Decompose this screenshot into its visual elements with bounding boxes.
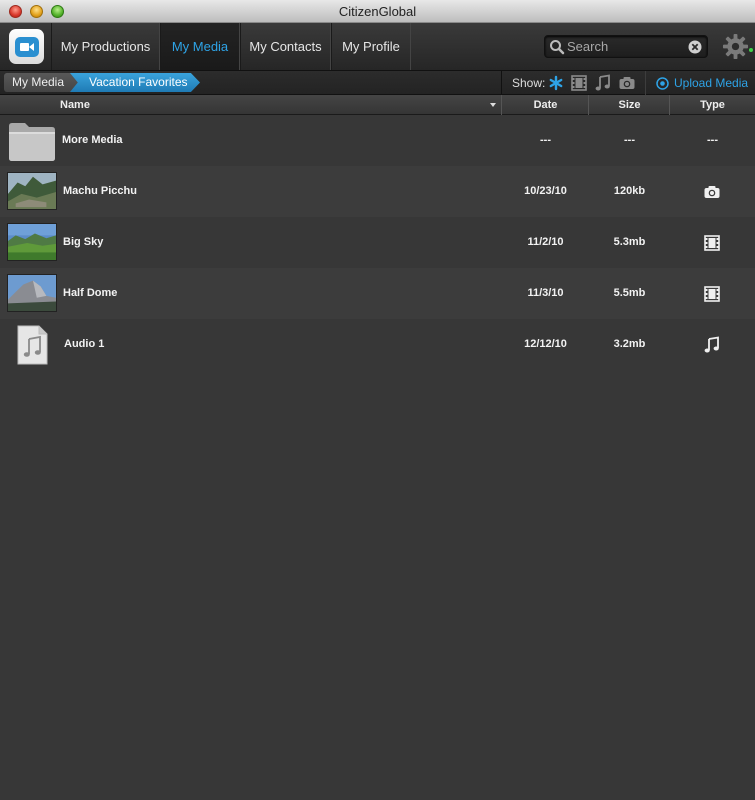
window-title: CitizenGlobal	[338, 4, 417, 19]
breadcrumb-vacation-favorites[interactable]: Vacation Favorites	[70, 73, 200, 92]
clear-search-icon[interactable]	[688, 40, 702, 54]
all-star-icon[interactable]	[547, 74, 565, 92]
show-filter-label: Show:	[512, 76, 546, 90]
camera-icon[interactable]	[618, 74, 636, 92]
upload-media-button[interactable]: Upload Media	[656, 75, 748, 91]
toolbar-divider	[645, 71, 646, 95]
upload-media-label: Upload Media	[674, 76, 749, 90]
media-date: 10/23/10	[524, 185, 567, 197]
music-note-icon	[704, 336, 719, 353]
media-row-more-media[interactable]: More Media --- --- ---	[0, 115, 755, 166]
big-sky-thumbnail	[7, 223, 57, 261]
tab-my-profile[interactable]: My Profile	[331, 23, 411, 70]
media-row-machu-picchu[interactable]: Machu Picchu 10/23/10 120kb	[0, 166, 755, 217]
column-header-name[interactable]: Name	[60, 95, 90, 115]
media-name: Machu Picchu	[63, 185, 137, 197]
tab-my-media[interactable]: My Media	[160, 23, 240, 70]
gear-icon[interactable]	[722, 33, 749, 60]
media-name: Half Dome	[63, 287, 118, 299]
media-size: 5.3mb	[613, 236, 646, 248]
main-nav-bar: My Productions My Media My Contacts My P…	[0, 23, 755, 71]
media-name: Audio 1	[64, 338, 105, 350]
search-input[interactable]	[567, 38, 685, 55]
breadcrumb-my-media[interactable]: My Media	[4, 73, 80, 92]
media-row-audio-1[interactable]: Audio 1 12/12/10 3.2mb	[0, 319, 755, 370]
column-header-type[interactable]: Type	[670, 95, 755, 115]
search-box	[544, 35, 708, 58]
video-camera-icon	[14, 36, 39, 57]
film-icon	[704, 286, 720, 302]
sort-desc-icon[interactable]	[490, 103, 496, 107]
breadcrumb-divider	[501, 71, 502, 95]
column-header-row: Name Date Size Type	[0, 95, 755, 115]
column-header-date[interactable]: Date	[502, 95, 589, 115]
audio-file-icon	[17, 325, 48, 365]
title-bar: CitizenGlobal	[0, 0, 755, 23]
folder-icon	[9, 123, 55, 161]
online-status-dot	[749, 48, 753, 52]
media-size: 5.5mb	[613, 287, 646, 299]
breadcrumb-bar: My Media Vacation Favorites Show: Upload…	[0, 71, 755, 95]
media-size: ---	[624, 134, 635, 146]
media-name: More Media	[62, 134, 123, 146]
media-date: 12/12/10	[524, 338, 567, 350]
camera-icon	[704, 186, 720, 198]
media-row-half-dome[interactable]: Half Dome 11/3/10 5.5mb	[0, 268, 755, 319]
tab-my-productions[interactable]: My Productions	[51, 23, 160, 70]
upload-circle-icon	[656, 77, 669, 90]
search-icon	[550, 40, 565, 55]
media-date: 11/2/10	[527, 236, 564, 248]
media-date: 11/3/10	[527, 287, 564, 299]
half-dome-thumbnail	[7, 274, 57, 312]
film-icon	[704, 235, 720, 251]
media-row-big-sky[interactable]: Big Sky 11/2/10 5.3mb	[0, 217, 755, 268]
music-note-icon[interactable]	[594, 74, 612, 92]
media-date: ---	[540, 134, 551, 146]
app-logo[interactable]	[9, 29, 44, 64]
media-name: Big Sky	[63, 236, 104, 248]
media-type: ---	[707, 134, 718, 146]
media-size: 120kb	[613, 185, 646, 197]
film-icon[interactable]	[570, 74, 588, 92]
column-header-size[interactable]: Size	[589, 95, 670, 115]
machu-picchu-thumbnail	[7, 172, 57, 210]
media-size: 3.2mb	[613, 338, 646, 350]
tab-my-contacts[interactable]: My Contacts	[240, 23, 331, 70]
